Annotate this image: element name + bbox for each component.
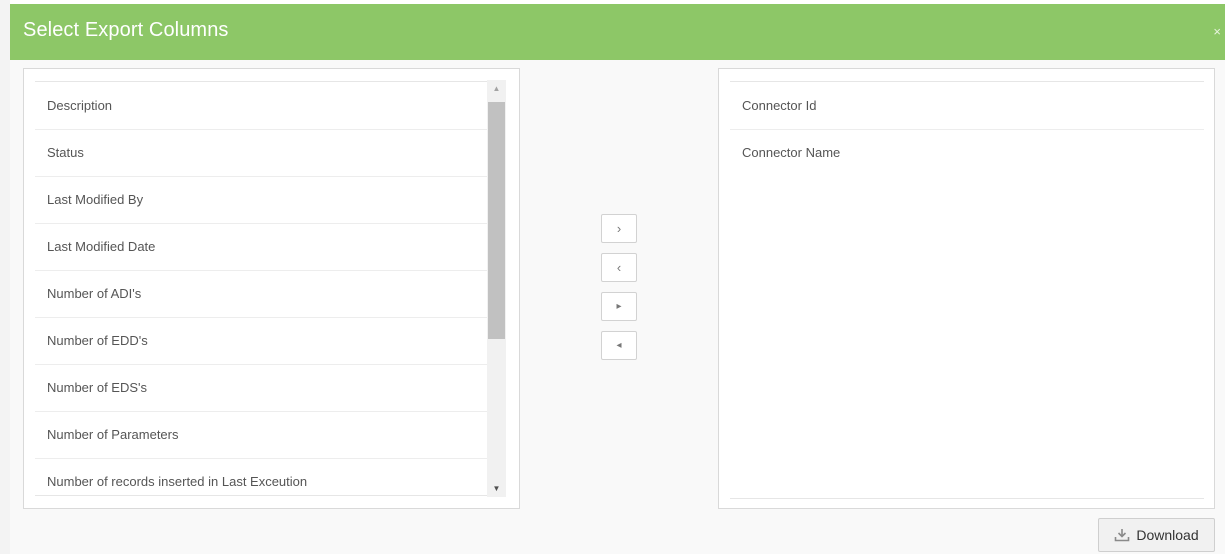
list-item[interactable]: Connector Id <box>730 83 1204 130</box>
download-label: Download <box>1136 527 1199 543</box>
list-item[interactable]: Number of records inserted in Last Exceu… <box>35 459 497 495</box>
page-edge <box>0 0 10 554</box>
list-item[interactable]: Last Modified Date <box>35 224 497 271</box>
dialog-header: Select Export Columns × <box>10 4 1225 60</box>
close-icon[interactable]: × <box>1213 24 1221 39</box>
list-item[interactable]: Number of EDS's <box>35 365 497 412</box>
available-columns-scrollbar[interactable]: ▲ ▼ <box>487 80 506 497</box>
scrollbar-thumb[interactable] <box>488 102 505 339</box>
download-button[interactable]: Download <box>1098 518 1215 552</box>
list-item[interactable]: Number of Parameters <box>35 412 497 459</box>
move-selected-right-button[interactable]: › <box>601 214 637 243</box>
list-item[interactable]: Status <box>35 130 497 177</box>
available-columns-list[interactable]: Description Status Last Modified By Last… <box>35 81 497 496</box>
move-selected-left-button[interactable]: ‹ <box>601 253 637 282</box>
selected-columns-panel: Connector Id Connector Name <box>718 68 1215 509</box>
move-all-right-button[interactable]: ▸ <box>601 292 637 321</box>
list-item[interactable]: Last Modified By <box>35 177 497 224</box>
download-icon <box>1114 528 1130 542</box>
list-item[interactable]: Number of EDD's <box>35 318 497 365</box>
dialog-title: Select Export Columns <box>23 19 229 41</box>
scroll-down-icon[interactable]: ▼ <box>487 480 506 497</box>
list-item[interactable]: Description <box>35 83 497 130</box>
scroll-up-icon[interactable]: ▲ <box>487 80 506 97</box>
list-item[interactable]: Connector Name <box>730 130 1204 177</box>
move-all-left-button[interactable]: ◂ <box>601 331 637 360</box>
list-item[interactable]: Number of ADI's <box>35 271 497 318</box>
selected-columns-list[interactable]: Connector Id Connector Name <box>730 81 1204 499</box>
available-columns-panel: Description Status Last Modified By Last… <box>23 68 520 509</box>
